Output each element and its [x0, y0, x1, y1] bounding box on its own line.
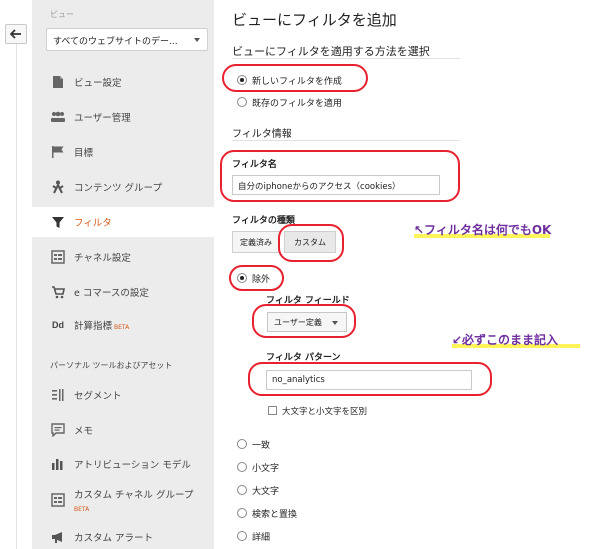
divider [16, 44, 17, 549]
highlight-circle [222, 64, 368, 92]
sidebar-item-label: フィルタ [74, 218, 112, 229]
channel-icon [50, 249, 66, 265]
sidebar-item-label: メモ [74, 426, 94, 437]
sidebar-item-filters[interactable]: フィルタ [32, 207, 214, 237]
memo-icon [50, 422, 66, 438]
section-heading: パーソナル ツールおよびアセット [50, 361, 173, 370]
radio-label: 検索と置換 [252, 510, 298, 520]
radio-lowercase[interactable] [237, 462, 247, 472]
method-heading: ビューにフィルタを適用する方法を選択 [232, 45, 430, 58]
sidebar-item-content-grouping[interactable]: コンテンツ グループ [32, 172, 214, 202]
beta-badge: BETA [74, 506, 90, 513]
radio-match[interactable] [237, 439, 247, 449]
custom-channel-icon [50, 492, 66, 508]
case-sensitive-checkbox[interactable] [268, 406, 277, 415]
highlight-circle [220, 150, 460, 202]
sidebar-item-label: カスタム アラート [74, 533, 154, 544]
sidebar-item-label: 目標 [74, 148, 94, 159]
sidebar-item-label: セグメント [74, 391, 122, 402]
sidebar-item-goals[interactable]: 目標 [32, 137, 214, 167]
radio-advanced[interactable] [237, 531, 247, 541]
sidebar-item-ecommerce-settings[interactable]: e コマースの設定 [32, 277, 214, 307]
annotation-pattern-note: ↙必ずこのまま記入 [452, 333, 559, 347]
back-arrow-icon [10, 29, 21, 39]
highlight-circle [248, 362, 492, 396]
sidebar-item-label: コンテンツ グループ [74, 183, 162, 194]
highlight-circle [229, 265, 284, 291]
sidebar-item-label: チャネル設定 [74, 253, 131, 264]
sidebar-item-label: 計算指標 BETA [74, 321, 130, 332]
sidebar: ビュー すべてのウェブサイトのデー... ビュー設定 ユーザー管理 目標 コンテ… [32, 0, 214, 549]
back-column [0, 0, 32, 549]
radio-uppercase[interactable] [237, 485, 247, 495]
sidebar-item-annotations[interactable]: メモ [32, 415, 214, 445]
divider [232, 140, 460, 141]
view-label: ビュー [50, 10, 74, 19]
dd-icon: Dd [52, 320, 64, 330]
sidebar-item-label: ビュー設定 [74, 78, 122, 89]
sidebar-item-view-settings[interactable]: ビュー設定 [32, 67, 214, 97]
highlight-circle [252, 304, 356, 338]
back-button[interactable] [5, 24, 27, 44]
radio-label: 小文字 [252, 464, 280, 474]
radio-label: 詳細 [252, 533, 271, 543]
divider [232, 58, 460, 59]
radio-label: 既存のフィルタを適用 [252, 99, 342, 109]
radio-apply-existing-filter[interactable] [237, 97, 247, 107]
filter-type-label: フィルタの種類 [232, 216, 295, 226]
sidebar-item-label: アトリビューション モデル [74, 460, 191, 471]
sidebar-item-label: ユーザー管理 [74, 113, 131, 124]
person-grouping-icon [50, 179, 66, 195]
radio-label: 一致 [252, 441, 271, 451]
sidebar-item-custom-alerts[interactable]: カスタム アラート [32, 522, 214, 549]
sidebar-item-user-management[interactable]: ユーザー管理 [32, 102, 214, 132]
chevron-down-icon [194, 38, 200, 42]
radio-search-replace[interactable] [237, 508, 247, 518]
segment-icon [50, 387, 66, 403]
bar-chart-icon [50, 456, 66, 472]
main-panel: ビューにフィルタを追加 ビューにフィルタを適用する方法を選択 新しいフィルタを作… [214, 0, 600, 549]
view-select[interactable]: すべてのウェブサイトのデー... [46, 28, 208, 51]
cart-icon [50, 284, 66, 300]
document-icon [50, 74, 66, 90]
radio-label: 大文字 [252, 487, 280, 497]
flag-icon [50, 144, 66, 160]
highlight-circle [278, 224, 344, 262]
sidebar-item-attribution-models[interactable]: アトリビューション モデル [32, 449, 214, 479]
sidebar-item-label: e コマースの設定 [74, 288, 149, 299]
filter-icon [50, 214, 66, 230]
sidebar-item-channel-settings[interactable]: チャネル設定 [32, 242, 214, 272]
sidebar-item-calculated-metrics[interactable]: Dd 計算指標 BETA [32, 310, 214, 340]
filter-info-heading: フィルタ情報 [232, 129, 292, 140]
beta-badge: BETA [114, 324, 130, 331]
megaphone-icon [50, 529, 66, 545]
tab-predefined[interactable]: 定義済み [232, 231, 280, 253]
page: ビュー すべてのウェブサイトのデー... ビュー設定 ユーザー管理 目標 コンテ… [0, 0, 600, 549]
users-icon [50, 109, 66, 125]
sidebar-item-custom-channel-grouping[interactable]: カスタム チャネル グループ BETA [32, 484, 214, 518]
view-select-value: すべてのウェブサイトのデー... [53, 37, 178, 47]
annotation-filter-name-note: ↖フィルタ名は何でもOK [414, 223, 552, 237]
case-sensitive-label: 大文字と小文字を区別 [282, 407, 368, 417]
page-title: ビューにフィルタを追加 [232, 11, 397, 29]
sidebar-item-segments[interactable]: セグメント [32, 380, 214, 410]
sidebar-item-label: カスタム チャネル グループ BETA [74, 490, 194, 513]
